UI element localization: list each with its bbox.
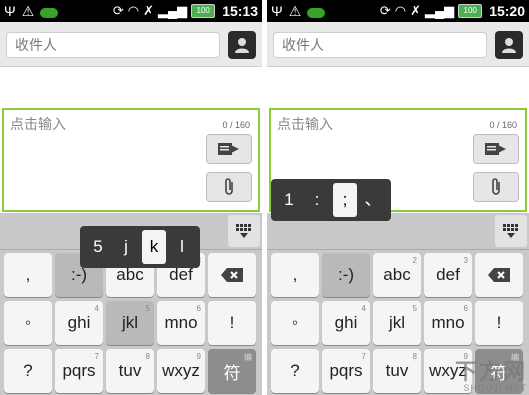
recipient-input[interactable]: 收件人 — [6, 32, 220, 58]
signal-icon: ▂▄▆ — [424, 3, 455, 18]
key-pqrs[interactable]: pqrs 7 — [55, 349, 103, 393]
battery-icon: 100 — [458, 4, 483, 18]
send-button[interactable] — [473, 134, 519, 164]
popup-option[interactable]: : — [305, 183, 329, 217]
key-exclamation[interactable]: ! — [208, 301, 256, 345]
compose-placeholder: 点击输入 — [277, 116, 333, 132]
keyboard-hide-icon — [236, 224, 251, 238]
attach-button[interactable] — [206, 172, 252, 202]
wifi-icon: ◠ — [394, 3, 407, 18]
warning-icon: ⚠ — [288, 3, 302, 19]
person-icon — [502, 38, 516, 53]
key-jkl[interactable]: jkl 5 — [373, 301, 421, 345]
key-abc[interactable]: abc2 — [373, 253, 421, 297]
char-counter: 0 / 160 — [222, 120, 250, 130]
key-comma[interactable]: , — [4, 253, 52, 297]
collapse-keyboard-button[interactable] — [228, 215, 260, 247]
paperclip-icon — [492, 178, 500, 195]
clock: 15:13 — [222, 3, 258, 19]
key-jkl[interactable]: jkl 5 — [106, 301, 154, 345]
key-mno[interactable]: mno 6 — [157, 301, 205, 345]
usb-icon: Ψ — [271, 3, 283, 19]
warning-icon: ⚠ — [21, 3, 35, 19]
vibrate-icon: ✗ — [410, 3, 421, 18]
status-bar: Ψ ⚠ ⟳ ◠ ✗ ▂▄▆ 100 15:13 — [0, 0, 262, 22]
person-icon — [235, 38, 249, 53]
attach-button[interactable] — [473, 172, 519, 202]
backspace-key[interactable] — [475, 253, 523, 297]
compose-box[interactable]: 点击输入 0 / 160 — [2, 108, 260, 212]
key-emoticon[interactable]: :-) — [322, 253, 370, 297]
message-list — [0, 67, 262, 108]
phone-screen-right: Ψ ⚠ ⟳ ◠ ✗ ▂▄▆ 100 15:20 收件人 点击输入 0 / 160 — [267, 0, 529, 395]
key-separator[interactable]: ◦ — [271, 301, 319, 345]
key-popup: 1 : ; 、 — [271, 179, 391, 221]
send-button[interactable] — [206, 134, 252, 164]
paperclip-icon — [225, 178, 233, 195]
popup-option-selected[interactable]: ; — [333, 183, 357, 217]
backspace-icon — [488, 268, 510, 282]
battery-icon: 100 — [191, 4, 216, 18]
popup-option[interactable]: 5 — [86, 230, 110, 264]
key-separator[interactable]: ◦ — [4, 301, 52, 345]
usb-icon: Ψ — [4, 3, 16, 19]
status-bar: Ψ ⚠ ⟳ ◠ ✗ ▂▄▆ 100 15:20 — [267, 0, 529, 22]
key-mno[interactable]: mno 6 — [424, 301, 472, 345]
pea-icon — [40, 8, 59, 18]
backspace-key[interactable] — [208, 253, 256, 297]
message-list — [267, 67, 529, 108]
popup-option[interactable]: 、 — [361, 183, 385, 217]
signal-icon: ▂▄▆ — [157, 3, 188, 18]
key-exclamation[interactable]: ! — [475, 301, 523, 345]
key-question[interactable]: ? — [4, 349, 52, 393]
send-icon — [218, 143, 239, 155]
contact-picker-button[interactable] — [495, 31, 523, 59]
pea-icon — [307, 8, 326, 18]
phone-screen-left: Ψ ⚠ ⟳ ◠ ✗ ▂▄▆ 100 15:13 收件人 点击输入 0 / 160 — [0, 0, 262, 395]
key-ghi[interactable]: ghi 4 — [322, 301, 370, 345]
key-tuv[interactable]: tuv 8 — [106, 349, 154, 393]
char-counter: 0 / 160 — [489, 120, 517, 130]
send-icon — [485, 143, 506, 155]
key-def[interactable]: def3 — [424, 253, 472, 297]
popup-option[interactable]: j — [114, 230, 138, 264]
key-popup: 5 j k l — [80, 226, 200, 268]
watermark-cn: 下方网 — [454, 359, 527, 384]
key-comma[interactable]: , — [271, 253, 319, 297]
wifi-icon: ◠ — [127, 3, 140, 18]
collapse-keyboard-button[interactable] — [495, 215, 527, 247]
recipient-area: 收件人 — [0, 22, 262, 67]
popup-option-selected[interactable]: k — [142, 230, 166, 264]
clock: 15:20 — [489, 3, 525, 19]
backspace-icon — [221, 268, 243, 282]
watermark: 下方网 SHOUJI.NET — [454, 359, 527, 394]
sync-icon: ⟳ — [379, 3, 391, 18]
key-question[interactable]: ? — [271, 349, 319, 393]
sync-icon: ⟳ — [112, 3, 124, 18]
key-tuv[interactable]: tuv 8 — [373, 349, 421, 393]
key-ghi[interactable]: ghi 4 — [55, 301, 103, 345]
popup-option[interactable]: 1 — [277, 183, 301, 217]
keyboard-hide-icon — [503, 224, 518, 238]
vibrate-icon: ✗ — [143, 3, 154, 18]
contact-picker-button[interactable] — [228, 31, 256, 59]
key-wxyz[interactable]: wxyz 9 — [157, 349, 205, 393]
key-symbol[interactable]: 符编 — [208, 349, 256, 393]
recipient-area: 收件人 — [267, 22, 529, 67]
popup-option[interactable]: l — [170, 230, 194, 264]
recipient-input[interactable]: 收件人 — [273, 32, 487, 58]
compose-placeholder: 点击输入 — [10, 116, 66, 132]
watermark-en: SHOUJI.NET — [463, 383, 527, 393]
key-pqrs[interactable]: pqrs 7 — [322, 349, 370, 393]
